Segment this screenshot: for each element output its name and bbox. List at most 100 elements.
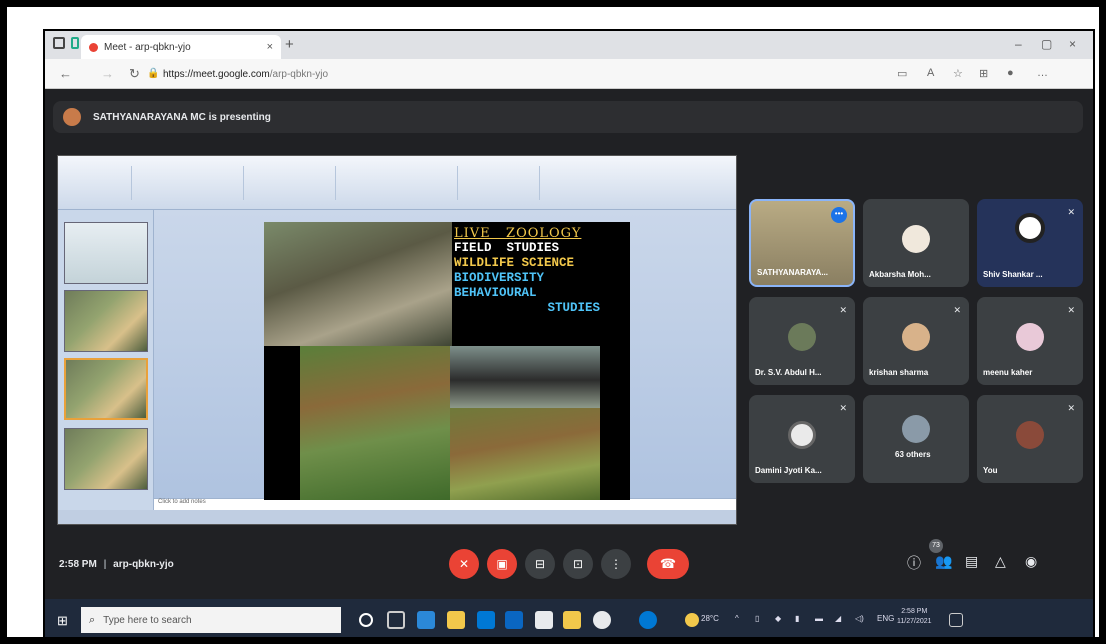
obs-logo-icon xyxy=(1015,213,1045,243)
store-icon[interactable] xyxy=(477,611,495,629)
captions-button[interactable]: ⊟ xyxy=(525,549,555,579)
search-icon: ⌕ xyxy=(89,613,96,626)
cortana-icon[interactable] xyxy=(359,613,373,627)
ribbon-group xyxy=(62,166,132,200)
host-controls-icon[interactable]: ◉ xyxy=(1025,553,1037,570)
weather-icon xyxy=(685,613,699,627)
close-window-button[interactable]: × xyxy=(1069,37,1076,51)
volume-icon[interactable]: ◁) xyxy=(855,614,864,623)
url-host: https://meet.google.com xyxy=(163,69,270,80)
mail-icon[interactable] xyxy=(505,611,523,629)
participant-tile-shiv[interactable]: ✕ Shiv Shankar ... xyxy=(977,199,1083,287)
app-icon[interactable] xyxy=(535,611,553,629)
participant-tile-you[interactable]: ✕ You xyxy=(977,395,1083,483)
recording-icon xyxy=(89,42,98,52)
participant-tile-meenu[interactable]: ✕ meenu kaher xyxy=(977,297,1083,385)
new-tab-button[interactable]: + xyxy=(285,36,294,53)
windows-start-icon[interactable]: ⊞ xyxy=(57,613,68,629)
tray-chevron-icon[interactable]: ^ xyxy=(735,614,739,623)
ribbon-group xyxy=(246,166,336,200)
tab-bar: Meet - arp-qbkn-yjo × + – ▢ × xyxy=(45,31,1093,59)
minimize-button[interactable]: – xyxy=(1015,37,1022,51)
collections-icon[interactable]: ⊞ xyxy=(979,67,988,80)
group-avatars xyxy=(902,415,930,443)
more-options-icon[interactable]: ••• xyxy=(831,207,847,223)
favorite-icon[interactable]: ☆ xyxy=(953,67,963,80)
meeting-code: arp-qbkn-yjo xyxy=(113,559,174,570)
cast-icon[interactable]: ▭ xyxy=(897,67,907,80)
url-path: /arp-qbkn-yjo xyxy=(269,69,329,80)
language-indicator[interactable]: ENG xyxy=(877,614,894,623)
maximize-button[interactable]: ▢ xyxy=(1041,37,1052,51)
participant-name: meenu kaher xyxy=(983,368,1033,377)
mic-off-icon: ✕ xyxy=(839,403,847,413)
slide-thumb-selected xyxy=(64,358,148,420)
shared-screen: Click to add notes LIVE ZOOLOGY FIELD ST… xyxy=(57,155,737,525)
mic-toggle-button[interactable]: ✕ xyxy=(449,549,479,579)
activities-icon[interactable]: △ xyxy=(995,553,1006,570)
more-options-button[interactable]: ⋮ xyxy=(601,549,631,579)
weather-temp[interactable]: 28°C xyxy=(701,614,719,623)
read-aloud-icon[interactable]: A xyxy=(927,67,934,79)
present-button[interactable]: ⊡ xyxy=(563,549,593,579)
participant-tile-sathyanarayana[interactable]: ••• SATHYANARAYA... xyxy=(749,199,855,287)
participant-tile-others[interactable]: 63 others xyxy=(863,395,969,483)
camera-toggle-button[interactable]: ▣ xyxy=(487,549,517,579)
participant-tile-akbarsha[interactable]: Akbarsha Moh... xyxy=(863,199,969,287)
avatar xyxy=(1016,323,1044,351)
profile-icon[interactable]: ● xyxy=(1007,67,1014,79)
slide-thumb xyxy=(64,428,148,490)
tab-actions-icon[interactable] xyxy=(53,37,65,49)
task-view-icon[interactable] xyxy=(387,611,405,629)
more-icon[interactable]: … xyxy=(1037,67,1048,79)
participant-name: You xyxy=(983,466,998,475)
mic-off-icon: ✕ xyxy=(1067,207,1075,217)
app-icon[interactable] xyxy=(639,611,657,629)
file-explorer-icon[interactable] xyxy=(447,611,465,629)
edge-icon[interactable] xyxy=(417,611,435,629)
tray-icon[interactable]: ▮ xyxy=(795,614,799,623)
tab-meet[interactable]: Meet - arp-qbkn-yjo × xyxy=(81,35,281,59)
slide-line: STUDIES xyxy=(547,301,600,315)
presenting-text: SATHYANARAYANA MC is presenting xyxy=(93,111,271,123)
participant-tile-damini[interactable]: ✕ Damini Jyoti Ka... xyxy=(749,395,855,483)
people-icon[interactable]: 👥 xyxy=(935,553,952,570)
avatar xyxy=(902,323,930,351)
leave-call-button[interactable]: ☎ xyxy=(647,549,689,579)
chat-icon[interactable]: ▤ xyxy=(965,553,978,570)
meeting-info: 2:58 PM | arp-qbkn-yjo xyxy=(59,559,174,570)
clock-date: 11/27/2021 xyxy=(897,618,932,625)
wifi-icon[interactable]: ◢ xyxy=(835,614,841,623)
mic-off-icon: ✕ xyxy=(839,305,847,315)
ribbon-group xyxy=(460,166,540,200)
mic-off-icon: ✕ xyxy=(1067,305,1075,315)
participant-name: 63 others xyxy=(895,450,931,459)
participant-tile-abdul[interactable]: ✕ Dr. S.V. Abdul H... xyxy=(749,297,855,385)
slide-title: LIVE ZOOLOGY xyxy=(454,226,582,241)
back-icon[interactable]: ← xyxy=(59,66,72,81)
lock-icon[interactable]: 🔒 xyxy=(147,68,159,79)
taskbar-clock[interactable]: 2:58 PM 11/27/2021 xyxy=(897,607,932,627)
tray-icon[interactable]: ▯ xyxy=(755,614,759,623)
reload-icon[interactable]: ↻ xyxy=(129,66,140,82)
chrome-icon[interactable] xyxy=(593,611,611,629)
app-icon[interactable] xyxy=(563,611,581,629)
notifications-icon[interactable] xyxy=(949,613,963,627)
tab-title: Meet - arp-qbkn-yjo xyxy=(104,41,191,53)
participant-name: Akbarsha Moh... xyxy=(869,270,931,279)
taskbar-search[interactable]: ⌕ Type here to search xyxy=(81,607,341,633)
ribbon-group xyxy=(134,166,244,200)
presenter-avatar xyxy=(63,108,81,126)
info-icon[interactable]: ⓘ xyxy=(907,553,921,573)
forward-icon[interactable]: → xyxy=(101,66,114,81)
url-field[interactable]: https://meet.google.com/arp-qbkn-yjo xyxy=(163,69,328,80)
tab-close-icon[interactable]: × xyxy=(267,41,273,53)
mic-off-icon: ✕ xyxy=(1067,403,1075,413)
slide-thumbnails xyxy=(58,210,154,510)
participant-tile-krishan[interactable]: ✕ krishan sharma xyxy=(863,297,969,385)
battery-icon[interactable]: ▬ xyxy=(815,614,823,623)
workspaces-icon[interactable] xyxy=(71,37,79,49)
tray-icon[interactable]: ◆ xyxy=(775,614,781,623)
screenshot-frame: Meet - arp-qbkn-yjo × + – ▢ × ← → ↻ 🔒 ht… xyxy=(0,0,1106,644)
slide-canvas: LIVE ZOOLOGY FIELD STUDIES WILDLIFE SCIE… xyxy=(264,222,630,500)
